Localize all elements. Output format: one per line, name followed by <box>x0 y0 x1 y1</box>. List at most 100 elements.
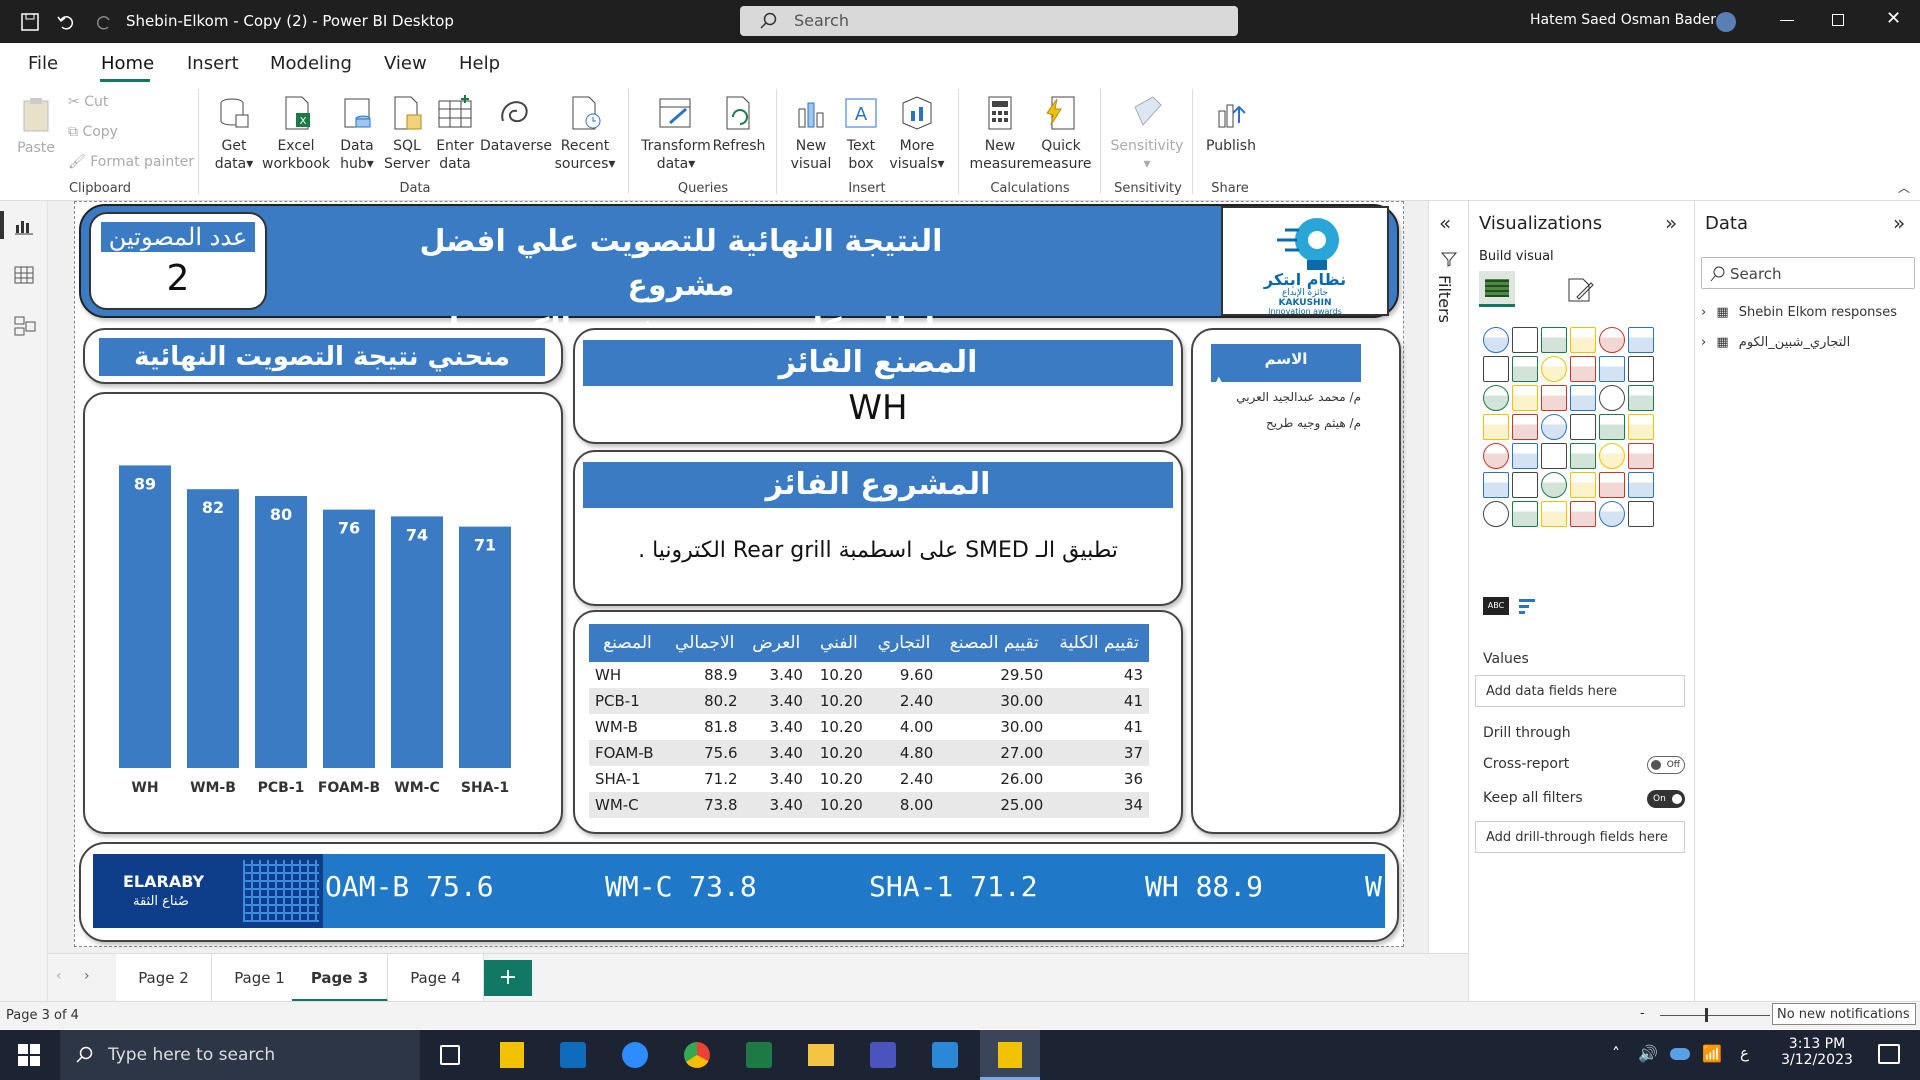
cut-button[interactable]: ✂ Cut <box>68 93 108 111</box>
table-row[interactable]: PCB-1 80.2 3.40 10.20 2.40 30.00 41 <box>589 688 1149 714</box>
more-visuals-button[interactable]: More visuals▾ <box>886 93 948 173</box>
filters-pane-collapsed[interactable]: « Filters <box>1428 201 1468 953</box>
visual-type-icon[interactable] <box>1599 501 1625 527</box>
visual-type-icon[interactable] <box>1512 385 1538 411</box>
zoom-app-icon[interactable] <box>622 1042 648 1068</box>
teams-app-icon[interactable] <box>870 1042 896 1068</box>
chart-bar[interactable] <box>391 516 443 768</box>
tab-page-2[interactable]: Page 2 <box>116 954 212 1002</box>
data-search-input[interactable]: Search <box>1701 257 1915 289</box>
abc-visual-icon[interactable]: ABC <box>1483 597 1509 615</box>
get-data-button[interactable]: Get data▾ <box>208 93 260 173</box>
transform-data-button[interactable]: Transform data▾ <box>640 93 712 173</box>
format-visual-icon[interactable] <box>1565 275 1595 305</box>
visual-type-icon[interactable] <box>1541 327 1567 353</box>
visual-type-icon[interactable] <box>1628 443 1654 469</box>
avatar[interactable] <box>1716 12 1736 32</box>
chart-bar[interactable] <box>323 509 375 768</box>
notifications-toast[interactable]: No new notifications <box>1772 1003 1916 1025</box>
column-header[interactable]: تقييم المصنع <box>939 624 1049 662</box>
visual-type-icon[interactable] <box>1483 356 1509 382</box>
paste-button[interactable]: Paste <box>14 95 58 157</box>
search-box[interactable]: Search <box>740 6 1238 36</box>
values-drop-zone[interactable]: Add data fields here <box>1475 675 1685 707</box>
column-header[interactable]: تقييم الكلية <box>1049 624 1149 662</box>
visual-type-icon[interactable] <box>1483 327 1509 353</box>
visual-type-icon[interactable] <box>1541 385 1567 411</box>
clock[interactable]: 3:13 PM 3/12/2023 <box>1772 1036 1862 1068</box>
menu-help[interactable]: Help <box>459 53 500 74</box>
prev-page-icon[interactable]: ‹ <box>56 968 62 984</box>
collapse-ribbon-icon[interactable]: ︿ <box>1898 179 1910 196</box>
visual-type-icon[interactable] <box>1599 472 1625 498</box>
task-view-icon[interactable] <box>440 1045 460 1065</box>
chart-bar[interactable] <box>187 489 239 768</box>
menu-modeling[interactable]: Modeling <box>270 53 352 74</box>
format-painter-button[interactable]: 🖌 Format painter <box>68 153 194 171</box>
visual-type-icon[interactable] <box>1628 385 1654 411</box>
powerbi-app-icon[interactable] <box>500 1042 524 1068</box>
sql-server-button[interactable]: SQL Server <box>384 93 430 173</box>
visual-type-icon[interactable] <box>1628 501 1654 527</box>
build-visual-tab[interactable] <box>1479 271 1515 307</box>
visual-type-icon[interactable] <box>1512 501 1538 527</box>
menu-home[interactable]: Home <box>101 53 154 74</box>
new-measure-button[interactable]: New measure <box>968 93 1032 173</box>
excel-workbook-button[interactable]: X Excel workbook <box>262 93 330 173</box>
visual-type-icon[interactable] <box>1570 414 1596 440</box>
visual-type-icon[interactable] <box>1599 385 1625 411</box>
sensitivity-button[interactable]: Sensitivity ▾ <box>1108 93 1186 173</box>
scores-table-card[interactable]: المصنع الاجمالي العرض الفني التجاري تقييم الم… <box>573 610 1183 834</box>
column-header[interactable]: العرض <box>744 624 809 662</box>
language-indicator[interactable]: ع <box>1740 1044 1749 1062</box>
visual-type-icon[interactable] <box>1541 472 1567 498</box>
table-row[interactable]: WM-B 81.8 3.40 10.20 4.00 30.00 41 <box>589 714 1149 740</box>
excel-app-icon[interactable] <box>746 1042 772 1068</box>
undo-icon[interactable] <box>56 12 76 32</box>
visual-type-icon[interactable] <box>1541 443 1567 469</box>
visual-type-icon[interactable] <box>1541 414 1567 440</box>
refresh-button[interactable]: Refresh <box>712 93 766 155</box>
publish-button[interactable]: Publish <box>1200 93 1262 155</box>
data-table-item[interactable]: › ▦ Shebin Elkom responses <box>1701 305 1915 327</box>
visual-type-icon[interactable] <box>1570 356 1596 382</box>
chrome-app-icon[interactable] <box>684 1042 710 1068</box>
visual-type-icon[interactable] <box>1599 443 1625 469</box>
visual-type-icon[interactable] <box>1570 385 1596 411</box>
collapse-data-icon[interactable]: » <box>1893 211 1905 235</box>
wifi-icon[interactable]: 📶 <box>1702 1044 1722 1063</box>
powerbi-active-app[interactable] <box>980 1030 1040 1080</box>
bar-chart-card[interactable]: 89 WH 82 WM-B 80 PCB-1 76 FOAM-B 74 WM-C 71 SHA-1 <box>83 392 563 834</box>
visual-type-icon[interactable] <box>1570 472 1596 498</box>
visual-type-icon[interactable] <box>1599 414 1625 440</box>
file-explorer-icon[interactable] <box>808 1044 834 1066</box>
visual-type-icon[interactable] <box>1541 356 1567 382</box>
names-header[interactable]: الاسم ▲ <box>1211 344 1361 386</box>
visual-type-icon[interactable] <box>1599 327 1625 353</box>
new-visual-button[interactable]: New visual <box>786 93 836 173</box>
zoom-out-icon[interactable]: - <box>1640 1006 1645 1021</box>
quick-measure-button[interactable]: Quick measure <box>1030 93 1092 173</box>
visual-type-icon[interactable] <box>1512 443 1538 469</box>
collapse-viz-icon[interactable]: » <box>1665 211 1677 235</box>
next-page-icon[interactable]: › <box>84 968 90 984</box>
column-header[interactable]: التجاري <box>869 624 939 662</box>
chart-bar[interactable] <box>119 465 171 768</box>
visual-type-icon[interactable] <box>1628 327 1654 353</box>
table-view-icon[interactable] <box>14 265 34 285</box>
visual-type-icon[interactable] <box>1541 501 1567 527</box>
visual-type-icon[interactable] <box>1570 443 1596 469</box>
restore-icon[interactable] <box>1832 14 1844 26</box>
table-row[interactable]: SHA-1 71.2 3.40 10.20 2.40 26.00 36 <box>589 766 1149 792</box>
data-hub-button[interactable]: Data hub▾ <box>332 93 382 173</box>
windows-start-icon[interactable] <box>18 1044 40 1066</box>
chart-bar[interactable] <box>255 496 307 768</box>
column-header[interactable]: الاجمالي <box>666 624 744 662</box>
volume-icon[interactable]: 🔊 <box>1638 1044 1658 1063</box>
visual-type-icon[interactable] <box>1628 356 1654 382</box>
table-row[interactable]: FOAM-B 75.6 3.40 10.20 4.80 27.00 37 <box>589 740 1149 766</box>
visual-type-icon[interactable] <box>1512 356 1538 382</box>
visual-type-icon[interactable] <box>1570 327 1596 353</box>
cross-report-toggle[interactable]: Off <box>1647 756 1685 774</box>
redo-icon[interactable] <box>94 12 114 32</box>
